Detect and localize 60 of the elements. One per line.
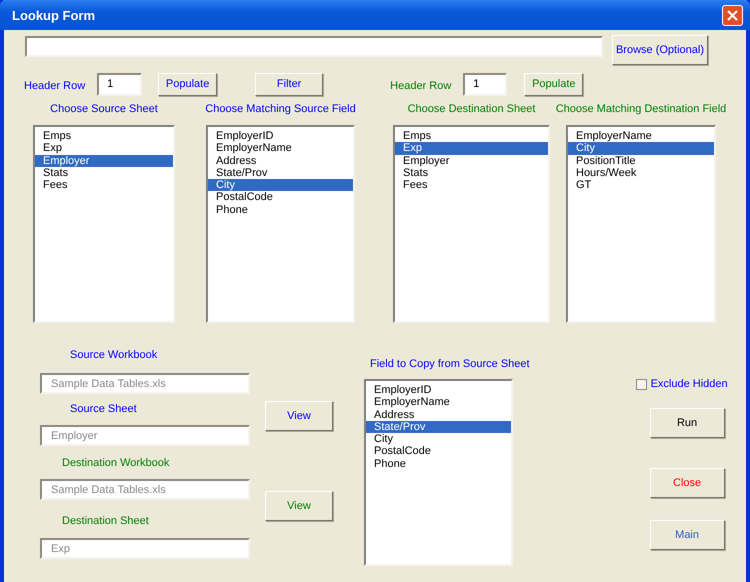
list-item[interactable]: EmployerID [366,384,511,396]
populate-button[interactable]: Populate [158,72,218,96]
close-icon[interactable] [722,4,743,26]
populate-button[interactable]: Populate [524,72,584,96]
filter-button[interactable]: Filter [255,72,324,96]
list-item[interactable]: Exp [35,142,173,155]
view-button[interactable]: View [265,491,333,521]
list-item[interactable]: PositionTitle [568,154,714,167]
main-button[interactable]: Main [650,520,725,550]
list-item[interactable]: Stats [395,166,548,180]
list-item[interactable]: City [208,179,353,192]
list-title: Field to Copy from Source Sheet [370,358,530,372]
header-row-label: Header Row [390,80,452,92]
browse-button[interactable]: Browse (Optional) [612,35,708,65]
header-row-label: Header Row [24,80,86,92]
list-item[interactable]: EmployerID [208,130,353,142]
field-label: Source Workbook [69,349,158,362]
header-row-field[interactable]: 1 [463,72,508,96]
header-row-field[interactable]: 1 [97,72,142,96]
checkbox-label: Exclude Hidden [650,378,728,390]
list-item[interactable]: Fees [35,179,173,192]
list-item[interactable]: EmployerName [208,142,353,155]
list-title: Choose Source Sheet [50,103,158,117]
checkbox[interactable] [636,378,647,390]
list-item[interactable]: City [568,142,714,155]
list-box[interactable]: EmployerID EmployerName Address State/Prov City PostalCode Phone [206,125,355,323]
list-item[interactable]: EmployerName [366,396,511,409]
list-item[interactable]: Address [366,408,511,421]
view-button[interactable]: View [265,401,333,431]
list-item[interactable]: Address [208,154,353,167]
list-item[interactable]: Stats [35,166,173,180]
list-box[interactable]: EmployerName City PositionTitle Hours/Week GT [566,125,716,323]
field-label: Source Sheet [69,403,138,416]
list-box[interactable]: Emps Exp Employer Stats Fees [33,125,175,323]
list-item[interactable]: Employer [35,154,173,167]
list-title: Choose Destination Sheet [408,103,536,117]
list-box[interactable]: Emps Exp Employer Stats Fees [393,125,550,323]
list-item[interactable]: Emps [395,130,548,142]
list-title: Choose Matching Destination Field [556,103,726,117]
list-box[interactable]: EmployerID EmployerName Address State/Prov City PostalCode Phone [364,379,513,566]
list-item[interactable]: Exp [395,142,548,155]
list-item[interactable]: Phone [366,458,511,470]
list-item[interactable]: State/Prov [208,166,353,180]
list-item[interactable]: State/Prov [366,420,511,434]
list-item[interactable]: GT [568,179,714,192]
list-item[interactable]: Hours/Week [568,166,714,180]
list-title: Choose Matching Source Field [205,103,356,117]
run-button[interactable]: Run [650,408,725,438]
list-item[interactable]: City [366,433,511,446]
list-item[interactable]: Employer [395,154,548,167]
field-label: Destination Workbook [61,457,170,470]
field-label: Destination Sheet [61,515,150,528]
list-item[interactable]: EmployerName [568,130,714,142]
window-title: Lookup Form [12,8,96,22]
list-item[interactable]: Phone [208,204,353,216]
list-item[interactable]: PostalCode [208,191,353,204]
list-item[interactable]: PostalCode [366,445,511,458]
list-item[interactable]: Fees [395,179,548,192]
list-item[interactable]: Emps [35,130,173,142]
file-path-field[interactable] [25,36,603,57]
